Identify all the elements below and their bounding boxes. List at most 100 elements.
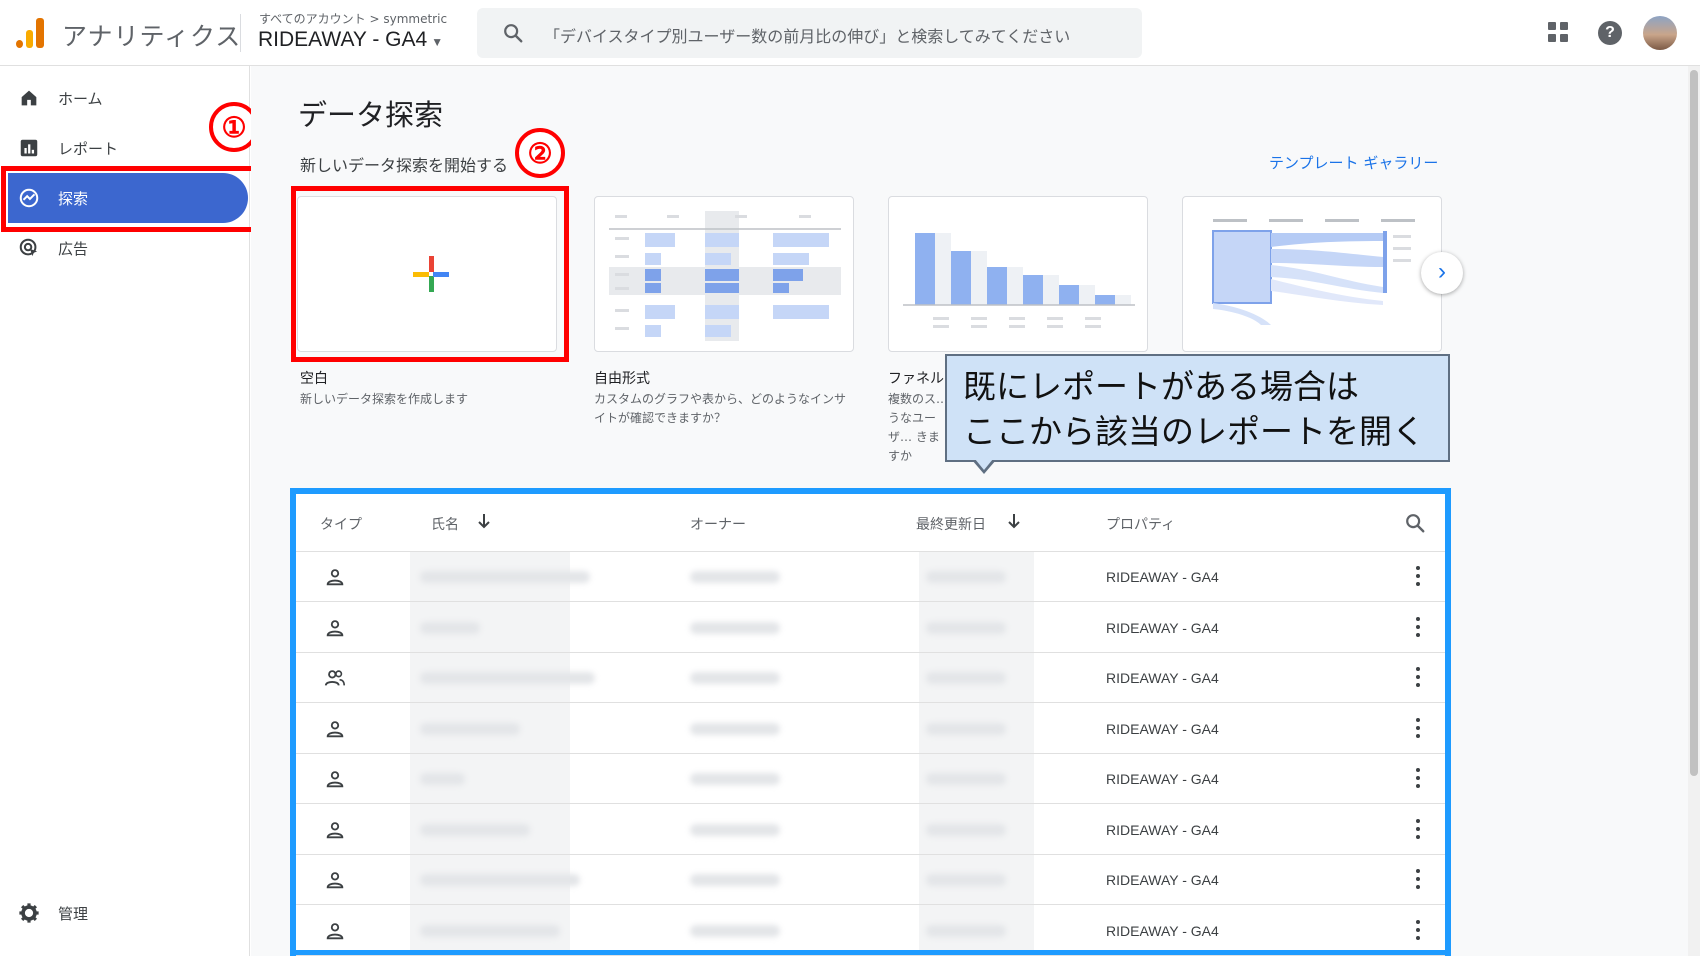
redacted-owner (690, 874, 780, 886)
analytics-logo-icon[interactable] (16, 16, 44, 48)
ads-icon (19, 238, 38, 257)
table-row[interactable]: RIDEAWAY - GA4 (296, 704, 1445, 754)
redacted-date (926, 823, 1006, 836)
card-desc-blank: 新しいデータ探索を作成します (300, 392, 469, 406)
path-template-card[interactable] (1182, 196, 1442, 352)
column-header-last-modified[interactable]: 最終更新日 (916, 514, 986, 534)
redacted-name (420, 621, 480, 634)
step-badge-2: ② (515, 128, 565, 178)
single-user-icon (326, 619, 344, 636)
single-user-icon (326, 821, 344, 838)
card-title-blank: 空白 (300, 371, 328, 387)
row-property: RIDEAWAY - GA4 (1106, 619, 1219, 636)
more-vert-icon[interactable] (1416, 869, 1420, 889)
redacted-owner (690, 924, 780, 937)
more-vert-icon[interactable] (1416, 616, 1420, 637)
chevron-right-icon[interactable]: › (1421, 252, 1463, 294)
start-new-exploration-label: 新しいデータ探索を開始する (300, 156, 509, 175)
search-placeholder: 「デバイスタイプ別ユーザー数の前月比の伸び」と検索してみてください (544, 27, 1071, 46)
redacted-owner (690, 621, 780, 634)
apps-grid-icon[interactable] (1548, 22, 1570, 44)
header-divider (240, 14, 241, 52)
sidebar-item-label: 広告 (58, 240, 89, 258)
more-vert-icon[interactable] (1416, 566, 1420, 586)
redacted-name (420, 571, 590, 583)
funnel-template-card[interactable] (888, 196, 1148, 352)
redacted-owner (690, 672, 780, 684)
highlight-box-blank (291, 186, 569, 362)
redacted-name (420, 773, 465, 785)
more-vert-icon[interactable] (1416, 818, 1420, 839)
template-gallery-link[interactable]: テンプレート ギャラリー (1269, 152, 1438, 173)
column-header-owner[interactable]: オーナー (690, 514, 746, 534)
table-row[interactable]: RIDEAWAY - GA4 (296, 906, 1445, 956)
table-row[interactable]: RIDEAWAY - GA4 (296, 805, 1445, 855)
redacted-date (926, 924, 1006, 937)
more-vert-icon[interactable] (1416, 717, 1420, 738)
app-title: アナリティクス (62, 22, 242, 51)
single-user-icon (326, 922, 344, 939)
table-row[interactable]: RIDEAWAY - GA4 (296, 552, 1445, 602)
redacted-name (420, 924, 560, 937)
single-user-icon (326, 771, 344, 788)
row-property: RIDEAWAY - GA4 (1106, 569, 1219, 585)
more-vert-icon[interactable] (1416, 919, 1420, 940)
search-bar[interactable]: 「デバイスタイプ別ユーザー数の前月比の伸び」と検索してみてください (477, 8, 1142, 58)
single-user-icon (326, 569, 344, 586)
bar-chart-icon (20, 139, 38, 157)
redacted-date (926, 773, 1006, 785)
row-property: RIDEAWAY - GA4 (1106, 872, 1219, 888)
caret-down-icon: ▼ (431, 35, 444, 49)
redacted-name (420, 874, 580, 886)
breadcrumb[interactable]: すべてのアカウント > symmetric (259, 10, 447, 27)
top-app-bar: アナリティクス すべてのアカウント > symmetric RIDEAWAY -… (0, 0, 1700, 66)
more-vert-icon[interactable] (1416, 768, 1420, 788)
redacted-date (926, 722, 1006, 735)
sidebar-item-label: 管理 (58, 905, 89, 923)
column-header-name[interactable]: 氏名 (431, 514, 459, 534)
page-title: データ探索 (298, 98, 444, 132)
redacted-date (926, 621, 1006, 634)
search-icon (504, 24, 523, 43)
redacted-date (926, 874, 1006, 886)
row-property: RIDEAWAY - GA4 (1106, 771, 1219, 787)
free-form-thumbnail (609, 211, 841, 341)
table-row[interactable]: RIDEAWAY - GA4 (296, 603, 1445, 653)
funnel-thumbnail (903, 233, 1135, 328)
redacted-name (420, 672, 595, 684)
card-title-free-form: 自由形式 (594, 371, 650, 387)
property-selector[interactable]: RIDEAWAY - GA4 ▼ (258, 28, 443, 52)
redacted-date (926, 571, 1006, 583)
sidebar-item-label: レポート (58, 140, 119, 158)
callout-note: 既にレポートがある場合は ここから該当のレポートを開く (945, 354, 1450, 462)
card-desc-funnel: 複数のス… うなユーザ… きますか (888, 392, 949, 463)
gear-icon (19, 903, 39, 923)
path-thumbnail (1212, 219, 1415, 325)
redacted-owner (690, 773, 780, 785)
table-row[interactable]: RIDEAWAY - GA4 (296, 855, 1445, 905)
highlight-box-explore (1, 166, 257, 232)
redacted-owner (690, 722, 780, 735)
row-property: RIDEAWAY - GA4 (1106, 720, 1219, 737)
row-property: RIDEAWAY - GA4 (1106, 922, 1219, 939)
row-property: RIDEAWAY - GA4 (1106, 821, 1219, 838)
more-vert-icon[interactable] (1416, 667, 1420, 687)
table-row[interactable]: RIDEAWAY - GA4 (296, 754, 1445, 804)
sidebar-item-admin[interactable]: 管理 (0, 888, 250, 938)
free-form-template-card[interactable] (594, 196, 854, 352)
explorations-table: タイプ 氏名 オーナー 最終更新日 プロパティ RIDEAWAY - GA4 RI… (290, 488, 1451, 956)
single-user-icon (326, 872, 344, 889)
row-property: RIDEAWAY - GA4 (1106, 670, 1219, 686)
group-user-icon (324, 670, 345, 686)
home-icon (21, 90, 37, 106)
scrollbar-thumb[interactable] (1690, 70, 1698, 776)
search-icon[interactable] (1404, 512, 1426, 534)
card-title-funnel: ファネル (888, 371, 944, 387)
arrow-down-icon[interactable] (1006, 512, 1022, 530)
table-row[interactable]: RIDEAWAY - GA4 (296, 653, 1445, 703)
avatar[interactable] (1643, 16, 1677, 50)
callout-text: 既にレポートがある場合は ここから該当のレポートを開く (963, 367, 1425, 451)
help-icon[interactable]: ? (1598, 21, 1622, 45)
arrow-down-icon[interactable] (476, 512, 492, 530)
redacted-owner (690, 823, 780, 836)
